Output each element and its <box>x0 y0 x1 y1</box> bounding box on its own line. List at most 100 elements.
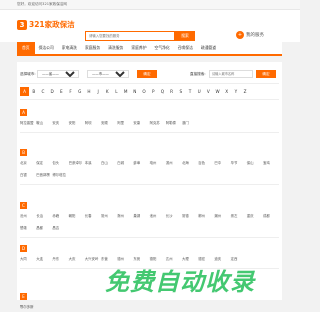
city-link[interactable]: 常德 <box>182 211 189 221</box>
city-link[interactable]: 博尔塔拉 <box>52 170 66 180</box>
city-link[interactable]: 巴中 <box>214 158 221 168</box>
letter-r[interactable]: R <box>167 87 176 96</box>
city-link[interactable]: 丹东 <box>52 254 59 264</box>
city-link[interactable]: 澳门 <box>182 118 189 128</box>
search-input[interactable] <box>85 31 175 41</box>
letter-k[interactable]: K <box>103 87 112 96</box>
letter-a[interactable]: A <box>20 87 30 96</box>
city-link[interactable]: 白山 <box>101 158 108 168</box>
city-link[interactable]: 鄂尔多斯 <box>20 302 34 312</box>
city-link[interactable]: 大连 <box>36 254 43 264</box>
city-link[interactable]: 大庆 <box>69 254 76 264</box>
city-link[interactable]: 崇左 <box>231 211 238 221</box>
nav-item-appliance-cleaning[interactable]: 家电清洗 <box>58 42 81 54</box>
city-link[interactable]: 安康 <box>133 118 140 128</box>
city-link[interactable]: 滨州 <box>166 158 173 168</box>
my-service-link[interactable]: + 我的服务 <box>236 31 264 39</box>
city-link[interactable]: 安阳 <box>69 118 76 128</box>
nav-item-cleaning-service[interactable]: 清洗服务 <box>104 42 127 54</box>
city-link[interactable]: 楚雄 <box>20 223 27 233</box>
city-link[interactable]: 阿里 <box>117 118 124 128</box>
city-link[interactable]: 宝鸡 <box>263 158 270 168</box>
city-link[interactable]: 北海 <box>182 158 189 168</box>
province-select[interactable]: ——省—— <box>37 70 79 78</box>
city-link[interactable]: 郴州 <box>198 211 205 221</box>
city-link[interactable]: 本溪 <box>85 158 92 168</box>
city-link[interactable]: 池州 <box>150 211 157 221</box>
letter-l[interactable]: L <box>112 87 121 96</box>
letter-x[interactable]: X <box>222 87 231 96</box>
letter-t[interactable]: T <box>185 87 194 96</box>
city-link[interactable]: 阿拉善盟 <box>20 118 34 128</box>
letter-f[interactable]: F <box>66 87 75 96</box>
city-link[interactable]: 长春 <box>85 211 92 221</box>
city-link[interactable]: 常州 <box>101 211 108 221</box>
letter-b[interactable]: B <box>29 87 38 96</box>
letter-s[interactable]: S <box>176 87 185 96</box>
letter-p[interactable]: P <box>149 87 158 96</box>
nav-item-home-care[interactable]: 家庭养护 <box>127 42 150 54</box>
city-select[interactable]: ——市—— <box>87 70 129 78</box>
site-logo[interactable]: 3 321家政保洁 <box>17 19 75 30</box>
letter-h[interactable]: H <box>84 87 93 96</box>
letter-c[interactable]: C <box>38 87 47 96</box>
city-link[interactable]: 保定 <box>36 158 43 168</box>
letter-e[interactable]: E <box>57 87 66 96</box>
letter-j[interactable]: J <box>94 87 103 96</box>
city-link[interactable]: 包头 <box>52 158 59 168</box>
city-link[interactable]: 阿勒泰 <box>166 118 176 128</box>
nav-item-cleaning-company[interactable]: 保洁公司 <box>35 42 58 54</box>
letter-o[interactable]: O <box>139 87 148 96</box>
city-link[interactable]: 百色 <box>198 158 205 168</box>
city-link[interactable]: 白银 <box>20 170 27 180</box>
letter-y[interactable]: Y <box>231 87 240 96</box>
letter-m[interactable]: M <box>121 87 130 96</box>
city-link[interactable]: 白城 <box>117 158 124 168</box>
city-search-input[interactable] <box>209 70 253 78</box>
city-row: 沧州 长治 赤峰 朝阳 长春 常州 滁州 巢湖 池州 长沙 常德 郴州 潮州 崇左 重庆 成都 <box>20 211 279 221</box>
letter-g[interactable]: G <box>75 87 84 96</box>
city-link[interactable]: 安庆 <box>52 118 59 128</box>
city-link[interactable]: 昌吉 <box>52 223 59 233</box>
letter-z[interactable]: Z <box>241 87 250 96</box>
city-link[interactable]: 巴彦淖尔 <box>69 158 83 168</box>
city-link[interactable]: 长沙 <box>166 211 173 221</box>
city-link[interactable]: 阿坝 <box>85 118 92 128</box>
city-link[interactable]: 安顺 <box>101 118 108 128</box>
letter-n[interactable]: N <box>130 87 139 96</box>
city-link[interactable]: 成都 <box>263 211 270 221</box>
nav-item-air-purify[interactable]: 空气净化 <box>151 42 174 54</box>
city-search-button[interactable]: 确定 <box>256 70 276 78</box>
city-link[interactable]: 长治 <box>36 211 43 221</box>
city-link[interactable]: 蚌埠 <box>133 158 140 168</box>
city-link[interactable]: 赤峰 <box>52 211 59 221</box>
city-link[interactable]: 保山 <box>247 158 254 168</box>
letter-d[interactable]: D <box>48 87 57 96</box>
city-link[interactable]: 亳州 <box>150 158 157 168</box>
city-link[interactable]: 巴音郭楞 <box>36 170 50 180</box>
nav-item-home-service[interactable]: 家庭服务 <box>81 42 104 54</box>
letter-w[interactable]: W <box>213 87 222 96</box>
city-link[interactable]: 巢湖 <box>133 211 140 221</box>
city-link[interactable]: 滁州 <box>117 211 124 221</box>
city-link[interactable]: 朝阳 <box>69 211 76 221</box>
search-button[interactable]: 搜索 <box>175 31 195 41</box>
city-link[interactable]: 沧州 <box>20 211 27 221</box>
city-link[interactable]: 大兴安岭 <box>85 254 99 264</box>
letter-v[interactable]: V <box>204 87 213 96</box>
city-link[interactable]: 阿克苏 <box>150 118 160 128</box>
confirm-city-button[interactable]: 确定 <box>137 70 157 78</box>
letter-q[interactable]: Q <box>158 87 167 96</box>
nav-item-pipe-dredging[interactable]: 疏通管道 <box>197 42 220 54</box>
letter-u[interactable]: U <box>195 87 204 96</box>
nav-item-call-cleaner[interactable]: 召唤保洁 <box>174 42 197 54</box>
city-link[interactable]: 北京 <box>20 158 27 168</box>
city-link[interactable]: 潮州 <box>214 211 221 221</box>
city-link[interactable]: 毕节 <box>231 158 238 168</box>
city-row: 鄂尔多斯 <box>20 302 279 312</box>
city-link[interactable]: 大同 <box>20 254 27 264</box>
nav-item-home[interactable]: 首页 <box>17 42 35 54</box>
city-link[interactable]: 昌都 <box>36 223 43 233</box>
city-link[interactable]: 重庆 <box>247 211 254 221</box>
city-link[interactable]: 鞍山 <box>36 118 43 128</box>
